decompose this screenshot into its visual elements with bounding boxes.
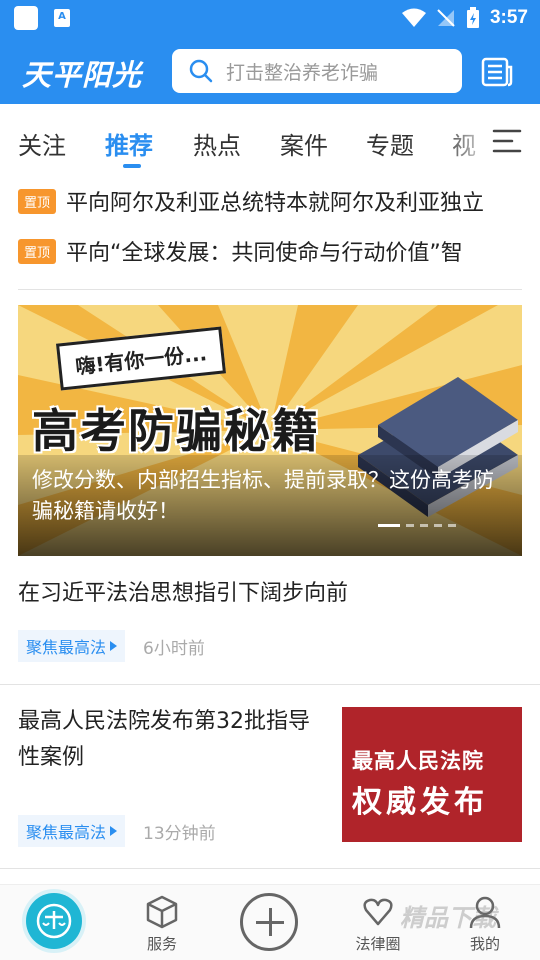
tab-fade xyxy=(440,104,540,176)
carousel-dot xyxy=(434,524,442,527)
nav-label: 法律圈 xyxy=(355,935,401,953)
plus-icon[interactable] xyxy=(240,893,298,951)
divider xyxy=(18,289,522,290)
play-arrow-icon xyxy=(110,641,118,651)
battery-icon xyxy=(466,7,479,28)
pinned-badge: 置顶 xyxy=(18,188,57,214)
search-bar[interactable]: 打击整治养老诈骗 xyxy=(172,49,462,93)
carousel-dot xyxy=(378,524,400,527)
thumbnail-line1: 最高人民法院 xyxy=(352,749,484,773)
article-source[interactable]: 聚焦最高法 xyxy=(18,630,126,662)
tab-topics[interactable]: 专题 xyxy=(366,126,414,161)
status-bar: A 3:57 xyxy=(0,0,540,36)
tab-hot[interactable]: 热点 xyxy=(193,126,241,161)
carousel-dot xyxy=(448,524,456,527)
pinned-badge: 置顶 xyxy=(18,238,57,264)
tab-cases[interactable]: 案件 xyxy=(280,126,328,161)
article-meta: 聚焦最高法 13分钟前 xyxy=(18,815,216,847)
app-logo: 天平阳光 xyxy=(22,58,143,92)
app-header: A 3:57 天平阳光 打击整治养老诈骗 xyxy=(0,0,540,104)
article-time: 13分钟前 xyxy=(143,823,216,844)
carousel-dot xyxy=(420,524,428,527)
menu-icon[interactable] xyxy=(492,128,522,154)
tab-recommend[interactable]: 推荐 xyxy=(105,126,153,161)
app-notification-icon: A xyxy=(54,9,70,27)
article-source[interactable]: 聚焦最高法 xyxy=(18,815,126,847)
pinned-item[interactable]: 置顶 平向“全球发展：共同使命与行动价值”智 xyxy=(18,233,524,269)
newspaper-icon[interactable] xyxy=(480,55,514,89)
pinned-title: 平向阿尔及利亚总统特本就阿尔及利亚独立 xyxy=(66,191,485,216)
nav-services[interactable]: 服务 xyxy=(117,885,207,960)
nav-label: 我的 xyxy=(469,935,500,953)
wifi-icon xyxy=(401,8,426,27)
search-placeholder: 打击整治养老诈骗 xyxy=(226,61,379,84)
clock: 3:57 xyxy=(489,7,528,28)
tab-follow[interactable]: 关注 xyxy=(18,126,66,161)
banner-title: 高考防骗秘籍 xyxy=(32,404,320,458)
article-time: 6小时前 xyxy=(143,638,205,659)
search-icon xyxy=(189,59,213,83)
banner-caption: 修改分数、内部招生指标、提前录取？这份高考防骗秘籍请收好！ xyxy=(32,468,494,523)
divider xyxy=(0,868,540,869)
article-thumbnail[interactable]: 最高人民法院 权威发布 xyxy=(342,707,522,842)
category-tabs: 关注 推荐 热点 案件 专题 视 xyxy=(0,104,540,176)
scales-icon xyxy=(36,903,72,939)
carousel-banner[interactable]: 嗨!有你一份... 高考防骗秘籍 修改分数、内部招生指标、提前录取？这份高考防骗… xyxy=(18,305,522,556)
carousel-dot xyxy=(406,524,414,527)
article-title[interactable]: 在习近平法治思想指引下阔步向前 xyxy=(18,576,522,612)
no-signal-icon xyxy=(437,9,455,27)
watermark: 精品下载 xyxy=(400,904,496,932)
notification-icon xyxy=(14,6,38,30)
article-title[interactable]: 最高人民法院发布第32批指导性案例 xyxy=(18,704,318,776)
nav-label: 服务 xyxy=(146,935,177,953)
pinned-title: 平向“全球发展：共同使命与行动价值”智 xyxy=(66,241,463,266)
carousel-indicator xyxy=(378,524,456,527)
thumbnail-line2: 权威发布 xyxy=(352,785,488,820)
play-arrow-icon xyxy=(110,826,118,836)
article-meta: 聚焦最高法 6小时前 xyxy=(18,630,205,662)
active-tab-indicator xyxy=(123,164,141,168)
divider xyxy=(0,684,540,685)
pinned-item[interactable]: 置顶 平向阿尔及利亚总统特本就阿尔及利亚独立 xyxy=(18,183,524,219)
cube-icon xyxy=(146,895,178,929)
nav-home[interactable] xyxy=(26,893,82,949)
heart-chat-icon xyxy=(363,898,393,926)
